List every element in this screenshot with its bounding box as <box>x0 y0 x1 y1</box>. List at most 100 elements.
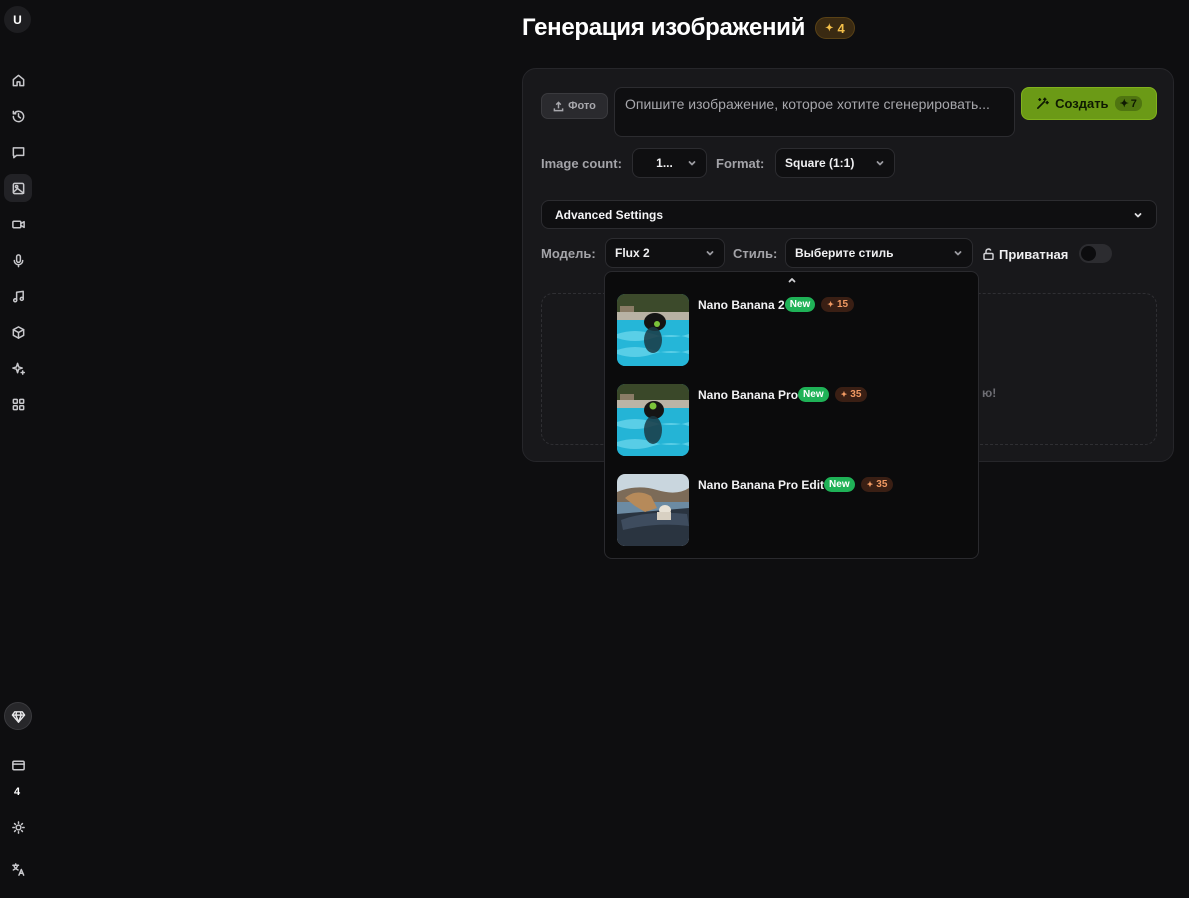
advanced-settings-label: Advanced Settings <box>555 207 664 222</box>
upload-photo-button[interactable]: Фото <box>541 93 608 119</box>
cost-value: 35 <box>876 479 888 490</box>
upload-icon <box>553 100 564 111</box>
cube-icon <box>12 325 24 339</box>
unlock-icon <box>983 248 994 260</box>
app-logo[interactable]: U <box>4 6 31 33</box>
billing-button[interactable] <box>4 751 32 779</box>
pool-dog-image <box>617 384 689 456</box>
advanced-settings-toggle[interactable]: Advanced Settings <box>541 200 1157 229</box>
sidebar-video[interactable] <box>4 210 32 238</box>
dropzone-text: ю! <box>982 386 997 400</box>
model-thumbnail <box>617 384 689 456</box>
private-option: Приватная <box>983 245 1068 263</box>
spark-icon: ✦ <box>1119 98 1129 110</box>
private-label: Приватная <box>999 246 1069 262</box>
music-icon <box>12 290 24 302</box>
translate-icon <box>11 862 24 876</box>
format-value: Square (1:1) <box>785 156 855 170</box>
new-badge: New <box>784 297 816 312</box>
image-count-select[interactable]: 1... <box>632 148 707 178</box>
sidebar-music[interactable] <box>4 282 32 310</box>
spark-icon: ✦ <box>840 390 848 399</box>
chevron-up-icon <box>788 278 795 283</box>
model-name: Nano Banana 2 <box>698 297 785 312</box>
create-cost-value: 7 <box>1130 97 1137 110</box>
sidebar: U 4 <box>0 0 36 898</box>
model-option-nano-banana-pro[interactable]: Nano Banana Pro New ✦ 35 <box>617 384 969 456</box>
spark-icon: ✦ <box>866 480 874 489</box>
sidebar-magic[interactable] <box>4 354 32 382</box>
image-icon <box>12 182 24 194</box>
home-icon <box>12 74 24 86</box>
cost-badge: ✦ 35 <box>860 477 894 492</box>
new-badge: New <box>798 387 829 402</box>
language-button[interactable] <box>4 855 32 883</box>
credits-badge: ✦ 4 <box>815 17 855 39</box>
model-value: Flux 2 <box>615 246 650 260</box>
cost-badge: ✦ 15 <box>821 297 855 312</box>
spark-icon: ✦ <box>827 300 834 309</box>
history-icon <box>12 110 24 122</box>
apps-grid-icon <box>12 398 24 410</box>
model-option-header: Nano Banana Pro Edit New ✦ 35 <box>698 477 894 492</box>
format-select[interactable]: Square (1:1) <box>775 148 895 178</box>
sidebar-apps[interactable] <box>4 390 32 418</box>
chevron-down-icon <box>706 251 714 256</box>
sidebar-home[interactable] <box>4 66 32 94</box>
card-icon <box>11 760 25 770</box>
image-count-value: 1... <box>656 156 673 170</box>
model-name: Nano Banana Pro <box>698 387 799 402</box>
create-label: Создать <box>1055 96 1109 111</box>
sun-icon <box>11 820 25 834</box>
chat-icon <box>12 146 24 158</box>
sidebar-3d[interactable] <box>4 318 32 346</box>
chevron-down-icon <box>876 161 884 166</box>
model-dropdown: Nano Banana 2 New ✦ 15 Nano Banana Pro N… <box>604 271 979 559</box>
create-cost-badge: ✦ 7 <box>1114 96 1142 111</box>
style-select[interactable]: Выберите стиль <box>785 238 973 268</box>
style-label: Стиль: <box>733 246 778 261</box>
cost-badge: ✦ 35 <box>834 387 868 402</box>
chevron-down-icon <box>954 251 962 256</box>
model-select[interactable]: Flux 2 <box>605 238 725 268</box>
video-icon <box>11 219 25 229</box>
sidebar-image[interactable] <box>4 174 32 202</box>
microphone-icon <box>13 253 23 267</box>
cost-value: 15 <box>836 299 849 310</box>
chevron-down-icon <box>1134 212 1142 217</box>
sidebar-history[interactable] <box>4 102 32 130</box>
model-option-header: Nano Banana 2 New ✦ 15 <box>698 297 855 312</box>
spark-icon: ✦ <box>825 22 834 34</box>
model-option-nano-banana-pro-edit[interactable]: Nano Banana Pro Edit New ✦ 35 <box>617 474 969 546</box>
credits-badge-value: 4 <box>837 20 845 36</box>
scroll-up-button[interactable] <box>605 275 978 289</box>
sidebar-voice[interactable] <box>4 246 32 274</box>
model-thumbnail <box>617 294 689 366</box>
create-button[interactable]: Создать ✦ 7 <box>1021 87 1157 120</box>
cost-value: 35 <box>850 389 862 400</box>
private-toggle[interactable] <box>1079 244 1112 263</box>
model-name: Nano Banana Pro Edit <box>698 477 825 492</box>
new-badge: New <box>824 477 855 492</box>
magic-wand-icon <box>1037 97 1050 109</box>
sidebar-chat[interactable] <box>4 138 32 166</box>
format-label: Format: <box>716 156 765 171</box>
image-count-label: Image count: <box>541 156 622 171</box>
theme-toggle[interactable] <box>4 813 32 841</box>
prompt-input[interactable]: Опишите изображение, которое хотите сген… <box>614 87 1015 137</box>
pool-dog-image <box>617 294 689 366</box>
page-title: Генерация изображений <box>522 14 806 41</box>
model-label: Модель: <box>541 246 596 261</box>
model-thumbnail <box>617 474 689 546</box>
credits-count: 4 <box>13 786 21 798</box>
upload-photo-label: Фото <box>568 100 596 112</box>
premium-button[interactable] <box>4 702 32 730</box>
car-dog-image <box>617 474 689 546</box>
style-value: Выберите стиль <box>795 246 894 260</box>
model-option-nano-banana-2[interactable]: Nano Banana 2 New ✦ 15 <box>617 294 969 366</box>
page-header: Генерация изображений ✦ 4 <box>522 14 855 42</box>
sparkles-icon <box>11 362 25 375</box>
chevron-down-icon <box>688 161 696 166</box>
diamond-icon <box>11 710 25 723</box>
model-option-header: Nano Banana Pro New ✦ 35 <box>698 387 868 402</box>
